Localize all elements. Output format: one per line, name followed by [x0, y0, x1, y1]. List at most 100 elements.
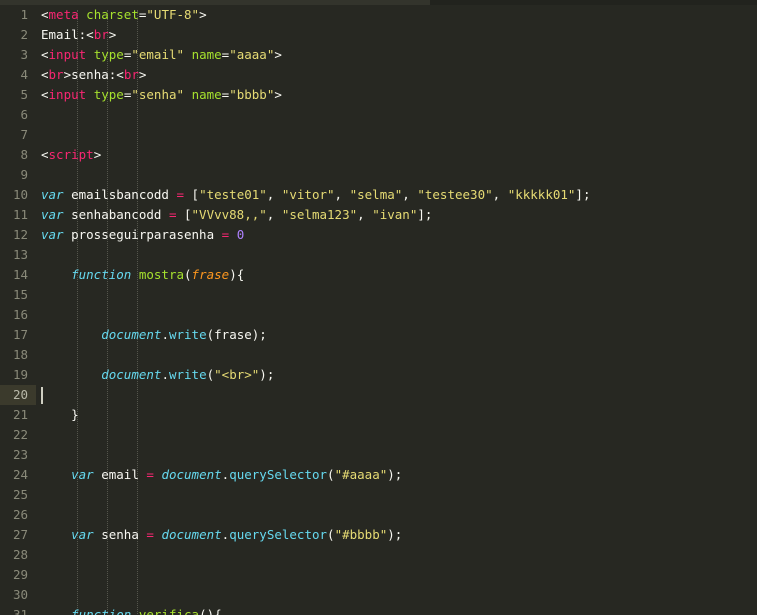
code-line[interactable]	[36, 425, 757, 445]
code-token-str: "vitor"	[281, 187, 335, 202]
line-number[interactable]: 23	[0, 445, 36, 465]
line-number[interactable]: 8	[0, 145, 36, 165]
code-token-punct: );	[259, 367, 275, 382]
code-token-punct: <	[41, 67, 49, 82]
code-line[interactable]	[36, 505, 757, 525]
code-token-fncall: write	[168, 367, 207, 382]
code-line[interactable]	[36, 445, 757, 465]
line-number[interactable]: 21	[0, 405, 36, 425]
line-number[interactable]: 13	[0, 245, 36, 265]
code-line[interactable]	[36, 245, 757, 265]
code-token-tag: input	[48, 87, 87, 102]
code-token-plain: email	[93, 467, 147, 482]
code-token-tag: input	[48, 47, 87, 62]
line-number[interactable]: 9	[0, 165, 36, 185]
code-token-punct: ){	[229, 267, 245, 282]
code-token-obj: document	[161, 527, 222, 542]
line-number[interactable]: 17	[0, 325, 36, 345]
code-line[interactable]	[36, 165, 757, 185]
code-token-str: "selma123"	[281, 207, 358, 222]
code-token-str: "senha"	[131, 87, 185, 102]
line-number[interactable]: 20	[0, 385, 36, 405]
line-number[interactable]: 31	[0, 605, 36, 615]
code-token-str: "UTF-8"	[146, 7, 200, 22]
code-token-str: "teste01"	[199, 187, 267, 202]
line-number[interactable]: 6	[0, 105, 36, 125]
code-line[interactable]	[36, 545, 757, 565]
line-number[interactable]: 2	[0, 25, 36, 45]
line-number[interactable]: 24	[0, 465, 36, 485]
code-token-str: "aaaa"	[229, 47, 275, 62]
code-token-punct: );	[387, 527, 403, 542]
line-number[interactable]: 28	[0, 545, 36, 565]
code-token-obj: document	[161, 467, 222, 482]
line-number[interactable]: 26	[0, 505, 36, 525]
code-line[interactable]	[36, 565, 757, 585]
code-line[interactable]	[36, 485, 757, 505]
code-line[interactable]: <meta charset="UTF-8">	[36, 5, 757, 25]
code-line[interactable]: document.write(frase);	[36, 325, 757, 345]
code-token-var: var	[41, 207, 64, 222]
code-line[interactable]: var senha = document.querySelector("#bbb…	[36, 525, 757, 545]
code-token-punct: <	[116, 67, 124, 82]
code-line[interactable]: <br>senha:<br>	[36, 65, 757, 85]
code-line[interactable]: <input type="senha" name="bbbb">	[36, 85, 757, 105]
code-line[interactable]: var emailsbancodd = ["teste01", "vitor",…	[36, 185, 757, 205]
code-line[interactable]	[36, 385, 757, 405]
code-line[interactable]	[36, 125, 757, 145]
code-line[interactable]: Email:<br>	[36, 25, 757, 45]
code-line[interactable]: }	[36, 405, 757, 425]
code-editor[interactable]: 1 2 3 4 5 6 7 8 9 10 11 12 13 14 15 16 17 18 19 20 21 22 23 24 2…	[0, 0, 757, 615]
code-token-plain: ,	[266, 207, 282, 222]
line-number[interactable]: 30	[0, 585, 36, 605]
code-token-var: function	[71, 267, 132, 282]
code-line[interactable]	[36, 285, 757, 305]
line-number[interactable]: 22	[0, 425, 36, 445]
code-token-tag: br	[123, 67, 139, 82]
code-line[interactable]	[36, 305, 757, 325]
code-token-str: "bbbb"	[229, 87, 275, 102]
line-number[interactable]: 3	[0, 45, 36, 65]
line-number[interactable]: 27	[0, 525, 36, 545]
code-line[interactable]: var prosseguirparasenha = 0	[36, 225, 757, 245]
line-number[interactable]: 5	[0, 85, 36, 105]
code-line[interactable]: <script>	[36, 145, 757, 165]
code-token-plain: ,	[357, 207, 373, 222]
code-line[interactable]	[36, 585, 757, 605]
code-line[interactable]: function verifica(){	[36, 605, 757, 615]
line-number[interactable]: 16	[0, 305, 36, 325]
line-number[interactable]: 4	[0, 65, 36, 85]
line-number[interactable]: 19	[0, 365, 36, 385]
code-line[interactable]: document.write("<br>");	[36, 365, 757, 385]
line-number[interactable]: 12	[0, 225, 36, 245]
code-token-punct: (){	[199, 607, 222, 615]
line-number[interactable]: 25	[0, 485, 36, 505]
line-number[interactable]: 15	[0, 285, 36, 305]
line-number[interactable]: 29	[0, 565, 36, 585]
code-line[interactable]: function mostra(frase){	[36, 265, 757, 285]
code-token-str: "kkkkk01"	[507, 187, 576, 202]
code-line[interactable]	[36, 345, 757, 365]
line-number[interactable]: 11	[0, 205, 36, 225]
code-token-str: "VVvv88,,"	[191, 207, 267, 222]
line-number[interactable]: 10	[0, 185, 36, 205]
code-content-area[interactable]: <meta charset="UTF-8"> Email:<br> <input t…	[36, 5, 757, 615]
code-line[interactable]: var email = document.querySelector("#aaa…	[36, 465, 757, 485]
code-line[interactable]: var senhabancodd = ["VVvv88,,", "selma12…	[36, 205, 757, 225]
line-number[interactable]: 18	[0, 345, 36, 365]
line-number[interactable]: 14	[0, 265, 36, 285]
code-token-punct: }	[71, 407, 79, 422]
code-token-str: "#bbbb"	[334, 527, 388, 542]
code-token-param: frase	[191, 267, 230, 282]
line-number[interactable]: 1	[0, 5, 36, 25]
code-token-var: var	[71, 527, 94, 542]
code-line[interactable]: <input type="email" name="aaaa">	[36, 45, 757, 65]
line-number[interactable]: 7	[0, 125, 36, 145]
code-line[interactable]	[36, 105, 757, 125]
code-token-punct: (	[184, 267, 192, 282]
code-token-var: var	[41, 227, 64, 242]
code-token-tag: br	[93, 27, 109, 42]
code-token-punct: >	[108, 27, 117, 42]
code-token-attr: type	[93, 87, 124, 102]
